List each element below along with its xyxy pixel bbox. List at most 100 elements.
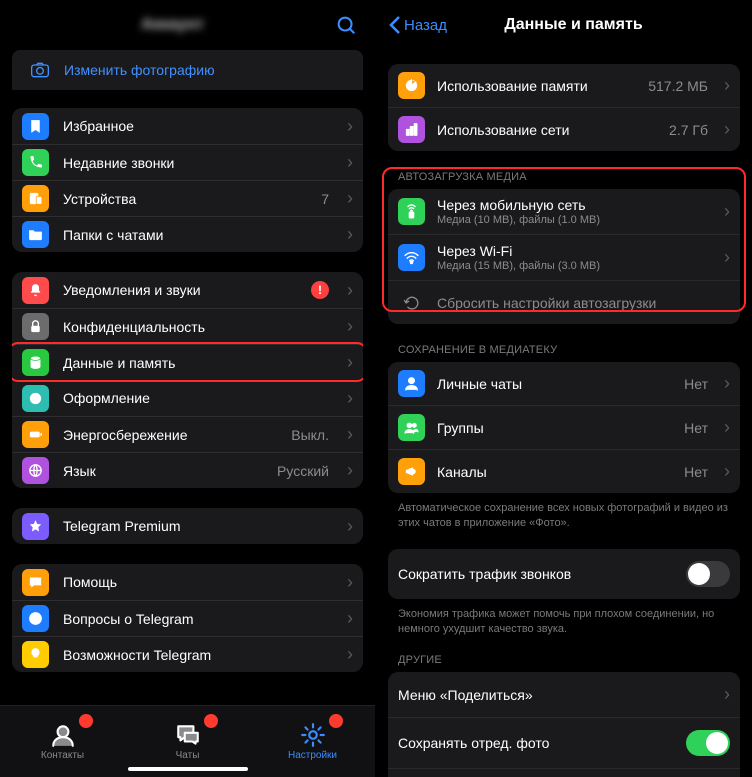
row-label: Данные и память — [63, 355, 333, 371]
settings-row-folder[interactable]: Папки с чатами› — [12, 216, 363, 252]
row-label: Через мобильную сеть — [437, 197, 712, 213]
autoload-row[interactable]: Через мобильную сетьМедиа (10 MB), файлы… — [388, 189, 740, 234]
person-icon — [398, 370, 425, 397]
badge-dot — [329, 714, 343, 728]
chevron-right-icon: › — [347, 460, 353, 481]
save-row[interactable]: Группы Нет › — [388, 405, 740, 449]
group-icon — [398, 414, 425, 441]
other-row[interactable]: БраузерSafari в приложении› — [388, 768, 740, 777]
chevron-right-icon: › — [347, 608, 353, 629]
settings-row-qmark[interactable]: ? Вопросы о Telegram › — [12, 600, 363, 636]
settings-icon — [300, 722, 326, 748]
settings-row-globe[interactable]: ЯзыкРусский› — [12, 452, 363, 488]
row-label: Сократить трафик звонков — [398, 566, 674, 582]
chevron-right-icon: › — [724, 373, 730, 394]
row-label: Уведомления и звуки — [63, 282, 297, 298]
row-label: Через Wi-Fi — [437, 243, 712, 259]
tab-settings[interactable]: Настройки — [250, 706, 375, 777]
row-label: Использование сети — [437, 122, 657, 138]
chevron-right-icon: › — [347, 572, 353, 593]
chevron-right-icon: › — [347, 116, 353, 137]
chevron-right-icon: › — [347, 352, 353, 373]
chevron-left-icon — [388, 15, 402, 35]
settings-row-bell[interactable]: Уведомления и звуки!› — [12, 272, 363, 308]
wifi-icon — [398, 244, 425, 271]
lock-icon — [22, 313, 49, 340]
row-label: Возможности Telegram — [63, 647, 333, 663]
settings-row-bulb[interactable]: Возможности Telegram › — [12, 636, 363, 672]
calls-traffic-row[interactable]: Сократить трафик звонков — [388, 549, 740, 599]
chevron-right-icon: › — [724, 417, 730, 438]
section-header: АВТОЗАГРУЗКА МЕДИА — [398, 171, 730, 183]
chats-icon — [175, 722, 201, 748]
chevron-right-icon: › — [724, 247, 730, 268]
chevron-right-icon: › — [724, 461, 730, 482]
usage-row[interactable]: Использование памяти 517.2 МБ › — [388, 64, 740, 107]
search-button[interactable] — [331, 14, 361, 36]
reset-icon — [398, 289, 425, 316]
chevron-right-icon: › — [724, 75, 730, 96]
row-label: Использование памяти — [437, 78, 636, 94]
section-header: ДРУГИЕ — [398, 654, 730, 666]
change-photo-link[interactable]: Изменить фотографию — [12, 50, 363, 90]
row-label: Энергосбережение — [63, 427, 277, 443]
save-row[interactable]: Каналы Нет › — [388, 449, 740, 493]
settings-row-storage[interactable]: Данные и память › — [12, 344, 363, 380]
row-label: Меню «Поделиться» — [398, 687, 712, 703]
search-icon — [335, 14, 357, 36]
row-value: Русский — [277, 463, 329, 479]
row-label: Вопросы о Telegram — [63, 611, 333, 627]
globe-icon — [22, 457, 49, 484]
row-label: Устройства — [63, 191, 307, 207]
chevron-right-icon: › — [347, 388, 353, 409]
chevron-right-icon: › — [347, 224, 353, 245]
battery-icon — [22, 421, 49, 448]
row-subtitle: Медиа (10 MB), файлы (1.0 MB) — [437, 214, 712, 226]
other-row[interactable]: Меню «Поделиться» › — [388, 672, 740, 717]
row-label: Сбросить настройки автозагрузки — [437, 295, 730, 311]
settings-row-lock[interactable]: Конфиденциальность› — [12, 308, 363, 344]
chevron-right-icon: › — [724, 684, 730, 705]
palette-icon — [22, 385, 49, 412]
settings-row-chat[interactable]: Помощь› — [12, 564, 363, 600]
toggle-switch[interactable] — [686, 730, 730, 756]
tab-bar: Контакты Чаты Настройки — [0, 705, 375, 777]
tab-label: Чаты — [176, 750, 200, 761]
other-row[interactable]: Сохранять отред. фото — [388, 717, 740, 768]
bulb-icon — [22, 641, 49, 668]
row-subtitle: Медиа (15 MB), файлы (3.0 MB) — [437, 260, 712, 272]
tab-contacts[interactable]: Контакты — [0, 706, 125, 777]
save-row[interactable]: Личные чаты Нет › — [388, 362, 740, 405]
settings-row-devices[interactable]: Устройства7› — [12, 180, 363, 216]
autoload-row[interactable]: Через Wi-FiМедиа (15 MB), файлы (3.0 MB)… — [388, 234, 740, 280]
settings-row-battery[interactable]: ЭнергосбережениеВыкл.› — [12, 416, 363, 452]
settings-row-palette[interactable]: Оформление› — [12, 380, 363, 416]
toggle-switch[interactable] — [686, 561, 730, 587]
qmark-icon: ? — [22, 605, 49, 632]
usage-row[interactable]: Использование сети 2.7 Гб › — [388, 107, 740, 151]
row-label: Сохранять отред. фото — [398, 735, 674, 751]
settings-row-phone[interactable]: Недавние звонки › — [12, 144, 363, 180]
row-value: Нет — [684, 376, 708, 392]
chevron-right-icon: › — [347, 644, 353, 665]
mobile-icon — [398, 198, 425, 225]
section-footer: Автоматическое сохранение всех новых фот… — [398, 501, 730, 531]
settings-row-star[interactable]: Telegram Premium› — [12, 508, 363, 544]
settings-row-bookmark[interactable]: Избранное› — [12, 108, 363, 144]
badge-dot — [79, 714, 93, 728]
storage-icon — [22, 349, 49, 376]
tab-label: Настройки — [288, 750, 337, 761]
autoload-row[interactable]: Сбросить настройки автозагрузки — [388, 280, 740, 324]
megaphone-icon — [398, 458, 425, 485]
alert-badge: ! — [311, 281, 329, 299]
row-label: Каналы — [437, 464, 672, 480]
account-title: Аккаунт — [14, 16, 331, 34]
chevron-right-icon: › — [347, 152, 353, 173]
row-value: Выкл. — [291, 427, 329, 443]
row-label: Недавние звонки — [63, 155, 333, 171]
bars-icon — [398, 116, 425, 143]
row-label: Telegram Premium — [63, 518, 333, 534]
star-icon — [22, 513, 49, 540]
chevron-right-icon: › — [724, 119, 730, 140]
phone-icon — [22, 149, 49, 176]
